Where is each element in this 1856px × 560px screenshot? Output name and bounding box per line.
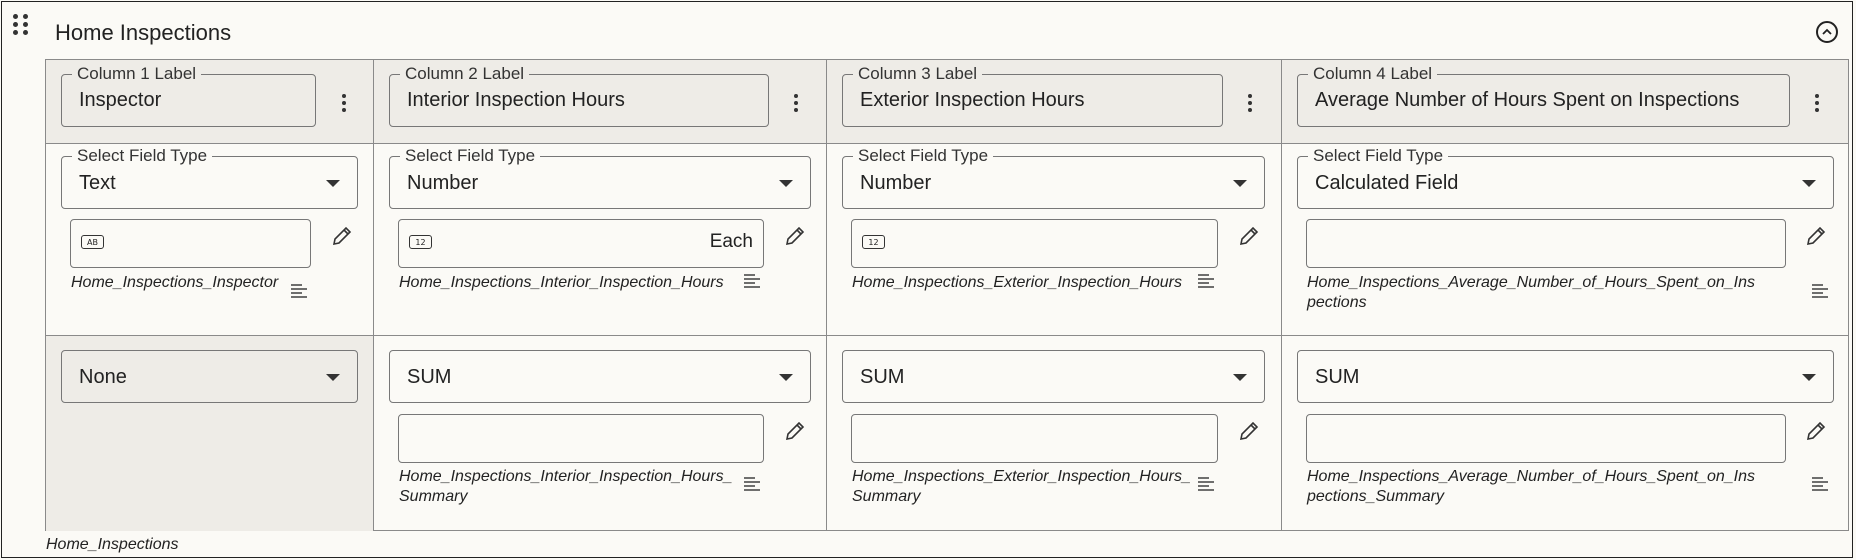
column-grid: Column 1 Label Inspector Select Field Ty… bbox=[45, 59, 1849, 531]
column-label-field[interactable]: Column 4 Label Average Number of Hours S… bbox=[1297, 64, 1790, 127]
edit-pencil-icon[interactable] bbox=[783, 419, 807, 443]
edit-pencil-icon[interactable] bbox=[1237, 224, 1261, 248]
field-name: Home_Inspections_Inspector bbox=[71, 274, 279, 291]
summary-value: SUM bbox=[860, 366, 905, 388]
column-label-legend: Column 4 Label bbox=[1308, 64, 1438, 84]
summary-preview-input[interactable] bbox=[851, 414, 1218, 463]
column-2: Column 2 Label Interior Inspection Hours… bbox=[374, 60, 827, 530]
column-label-field[interactable]: Column 1 Label Inspector bbox=[61, 64, 316, 127]
column-3: Column 3 Label Exterior Inspection Hours… bbox=[827, 60, 1282, 530]
field-type-value: Calculated Field bbox=[1315, 172, 1459, 194]
summary-field-name: Home_Inspections_Average_Number_of_Hours… bbox=[1307, 468, 1755, 505]
field-type-value: Number bbox=[407, 172, 479, 194]
field-name-lines-icon[interactable] bbox=[1197, 273, 1215, 289]
column-label-field[interactable]: Column 2 Label Interior Inspection Hours bbox=[389, 64, 769, 127]
chevron-down-icon bbox=[1233, 180, 1247, 187]
summary-value: SUM bbox=[407, 366, 452, 388]
field-type-select[interactable]: Select Field Type Text bbox=[61, 146, 358, 209]
field-type-legend: Select Field Type bbox=[1308, 146, 1449, 166]
column-4: Column 4 Label Average Number of Hours S… bbox=[1282, 60, 1848, 530]
more-options-icon[interactable] bbox=[1815, 94, 1819, 115]
chevron-down-icon bbox=[1802, 180, 1816, 187]
chevron-down-icon bbox=[326, 180, 340, 187]
summary-field-name: Home_Inspections_Exterior_Inspection_Hou… bbox=[852, 468, 1191, 505]
number-type-icon: 12 bbox=[862, 235, 885, 249]
preview-input[interactable]: 12 bbox=[851, 219, 1218, 268]
summary-value: None bbox=[79, 366, 127, 388]
field-type-select[interactable]: Select Field Type Calculated Field bbox=[1297, 146, 1834, 209]
chevron-down-icon bbox=[1802, 374, 1816, 381]
summary-select[interactable]: None bbox=[61, 350, 358, 403]
summary-select[interactable]: SUM bbox=[842, 350, 1265, 403]
collapse-icon[interactable] bbox=[1816, 21, 1838, 43]
field-name-lines-icon[interactable] bbox=[1811, 283, 1829, 299]
column-1: Column 1 Label Inspector Select Field Ty… bbox=[46, 60, 374, 531]
chevron-down-icon bbox=[779, 180, 793, 187]
preview-input[interactable]: AB bbox=[70, 219, 311, 268]
section-title: Home Inspections bbox=[55, 20, 232, 45]
field-name: Home_Inspections_Average_Number_of_Hours… bbox=[1307, 274, 1755, 311]
field-name: Home_Inspections_Exterior_Inspection_Hou… bbox=[852, 274, 1182, 291]
more-options-icon[interactable] bbox=[342, 94, 346, 115]
field-type-legend: Select Field Type bbox=[400, 146, 541, 166]
edit-pencil-icon[interactable] bbox=[1804, 224, 1828, 248]
column-label-legend: Column 3 Label bbox=[853, 64, 983, 84]
section-panel: Home Inspections Column 1 Label Inspecto… bbox=[1, 1, 1853, 558]
column-label-legend: Column 1 Label bbox=[72, 64, 202, 84]
summary-select[interactable]: SUM bbox=[389, 350, 811, 403]
field-type-legend: Select Field Type bbox=[72, 146, 213, 166]
field-type-value: Number bbox=[860, 172, 932, 194]
summary-select[interactable]: SUM bbox=[1297, 350, 1834, 403]
drag-handle-icon[interactable] bbox=[13, 14, 29, 36]
chevron-down-icon bbox=[1233, 374, 1247, 381]
field-type-legend: Select Field Type bbox=[853, 146, 994, 166]
preview-input[interactable] bbox=[1306, 219, 1786, 268]
field-type-value: Text bbox=[79, 172, 116, 194]
field-name-lines-icon[interactable] bbox=[743, 273, 761, 289]
field-name-lines-icon[interactable] bbox=[743, 476, 761, 492]
field-name-lines-icon[interactable] bbox=[1197, 476, 1215, 492]
column-label-value: Exterior Inspection Hours bbox=[860, 89, 1085, 111]
edit-pencil-icon[interactable] bbox=[330, 224, 354, 248]
chevron-down-icon bbox=[326, 374, 340, 381]
summary-field-name: Home_Inspections_Interior_Inspection_Hou… bbox=[399, 468, 733, 505]
field-type-select[interactable]: Select Field Type Number bbox=[389, 146, 811, 209]
field-name-lines-icon[interactable] bbox=[290, 283, 308, 299]
summary-value: SUM bbox=[1315, 366, 1360, 388]
more-options-icon[interactable] bbox=[1248, 94, 1252, 115]
column-label-legend: Column 2 Label bbox=[400, 64, 530, 84]
edit-pencil-icon[interactable] bbox=[1804, 419, 1828, 443]
edit-pencil-icon[interactable] bbox=[783, 224, 807, 248]
column-label-value: Interior Inspection Hours bbox=[407, 89, 625, 111]
number-type-icon: 12 bbox=[409, 235, 432, 249]
summary-preview-input[interactable] bbox=[398, 414, 764, 463]
unit-label: Each bbox=[709, 231, 753, 252]
column-label-value: Inspector bbox=[79, 89, 162, 111]
summary-preview-input[interactable] bbox=[1306, 414, 1786, 463]
edit-pencil-icon[interactable] bbox=[1237, 419, 1261, 443]
column-label-value: Average Number of Hours Spent on Inspect… bbox=[1315, 89, 1740, 111]
column-label-field[interactable]: Column 3 Label Exterior Inspection Hours bbox=[842, 64, 1223, 127]
field-type-select[interactable]: Select Field Type Number bbox=[842, 146, 1265, 209]
more-options-icon[interactable] bbox=[794, 94, 798, 115]
field-name-lines-icon[interactable] bbox=[1811, 476, 1829, 492]
chevron-down-icon bbox=[779, 374, 793, 381]
field-name: Home_Inspections_Interior_Inspection_Hou… bbox=[399, 274, 724, 291]
section-field-name: Home_Inspections bbox=[46, 536, 179, 553]
text-type-icon: AB bbox=[81, 235, 104, 249]
preview-input[interactable]: 12 Each bbox=[398, 219, 764, 268]
